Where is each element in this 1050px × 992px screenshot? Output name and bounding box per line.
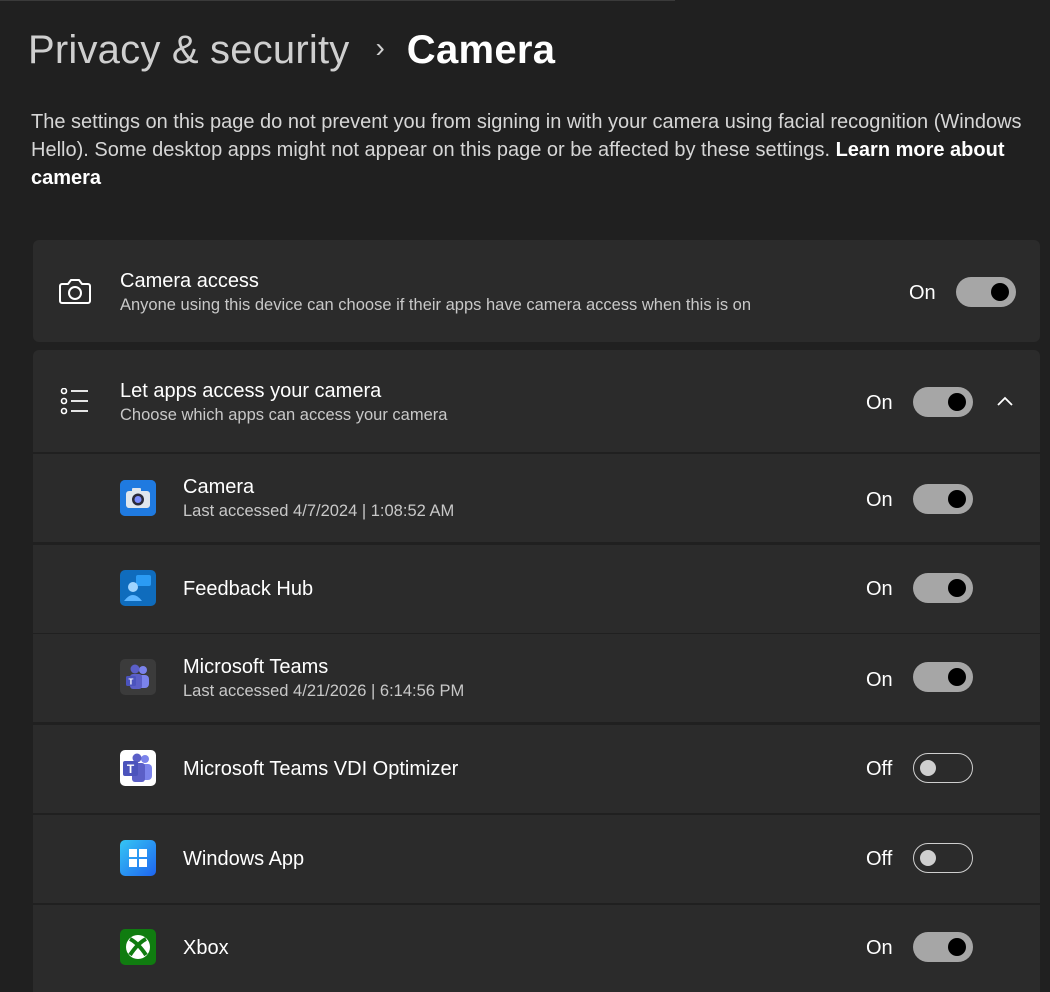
svg-text:T: T: [127, 762, 135, 776]
app-last-accessed: Last accessed 4/21/2026 | 6:14:56 PM: [183, 682, 465, 700]
app-name: Microsoft Teams VDI Optimizer: [183, 758, 459, 780]
breadcrumb-parent[interactable]: Privacy & security: [28, 28, 349, 73]
toggle-knob: [948, 579, 966, 597]
microsoft-teams-toggle[interactable]: [913, 662, 973, 692]
apps-access-state: On: [866, 392, 893, 414]
app-row-xbox: Xbox On: [33, 905, 1040, 992]
camera-app-toggle[interactable]: [913, 484, 973, 514]
app-state: On: [866, 489, 893, 511]
intro-text: The settings on this page do not prevent…: [31, 108, 1041, 192]
list-icon: [60, 388, 90, 416]
app-state: On: [866, 937, 893, 959]
app-state: On: [866, 578, 893, 600]
app-name: Feedback Hub: [183, 578, 314, 600]
camera-app-icon: [120, 480, 156, 516]
app-state: On: [866, 669, 893, 691]
teams-icon: T: [120, 659, 156, 695]
app-name: Microsoft Teams: [183, 656, 329, 678]
xbox-toggle[interactable]: [913, 932, 973, 962]
toggle-knob: [948, 938, 966, 956]
page-title: Camera: [406, 28, 556, 72]
toggle-knob: [948, 393, 966, 411]
toggle-knob: [991, 283, 1009, 301]
toggle-knob: [920, 850, 936, 866]
app-state: Off: [866, 848, 893, 870]
app-row-teams-vdi: T Microsoft Teams VDI Optimizer Off: [33, 725, 1040, 813]
app-name: Camera: [183, 476, 255, 498]
toggle-knob: [948, 668, 966, 686]
apps-access-toggle[interactable]: [913, 387, 973, 417]
app-row-feedback-hub: Feedback Hub On: [33, 545, 1040, 633]
teams-vdi-icon: T: [120, 750, 156, 786]
apps-access-subtitle: Choose which apps can access your camera: [120, 406, 448, 424]
feedback-hub-icon: [120, 570, 156, 606]
camera-access-title: Camera access: [120, 270, 259, 292]
app-row-windows-app: Windows App Off: [33, 815, 1040, 903]
windows-app-toggle[interactable]: [913, 843, 973, 873]
app-row-camera: Camera Last accessed 4/7/2024 | 1:08:52 …: [33, 454, 1040, 542]
camera-access-card: Camera access Anyone using this device c…: [33, 240, 1040, 342]
breadcrumb: Privacy & security › Camera: [28, 28, 555, 73]
app-state: Off: [866, 758, 893, 780]
camera-access-toggle[interactable]: [956, 277, 1016, 307]
app-name: Xbox: [183, 937, 229, 959]
teams-vdi-toggle[interactable]: [913, 753, 973, 783]
toggle-knob: [948, 490, 966, 508]
chevron-up-icon[interactable]: [996, 395, 1014, 407]
xbox-icon: [120, 929, 156, 965]
app-last-accessed: Last accessed 4/7/2024 | 1:08:52 AM: [183, 502, 455, 520]
svg-text:T: T: [129, 678, 134, 687]
app-name: Windows App: [183, 848, 305, 870]
camera-access-subtitle: Anyone using this device can choose if t…: [120, 296, 752, 314]
camera-access-state: On: [909, 282, 936, 304]
toggle-knob: [920, 760, 936, 776]
apps-access-header[interactable]: Let apps access your camera Choose which…: [33, 350, 1040, 452]
window-top-border: [0, 0, 675, 1]
camera-outline-icon: [59, 276, 91, 306]
apps-access-title: Let apps access your camera: [120, 380, 382, 402]
app-row-microsoft-teams: T Microsoft Teams Last accessed 4/21/202…: [33, 634, 1040, 722]
windows-app-icon: [120, 840, 156, 876]
breadcrumb-separator: ›: [375, 31, 385, 63]
feedback-hub-toggle[interactable]: [913, 573, 973, 603]
